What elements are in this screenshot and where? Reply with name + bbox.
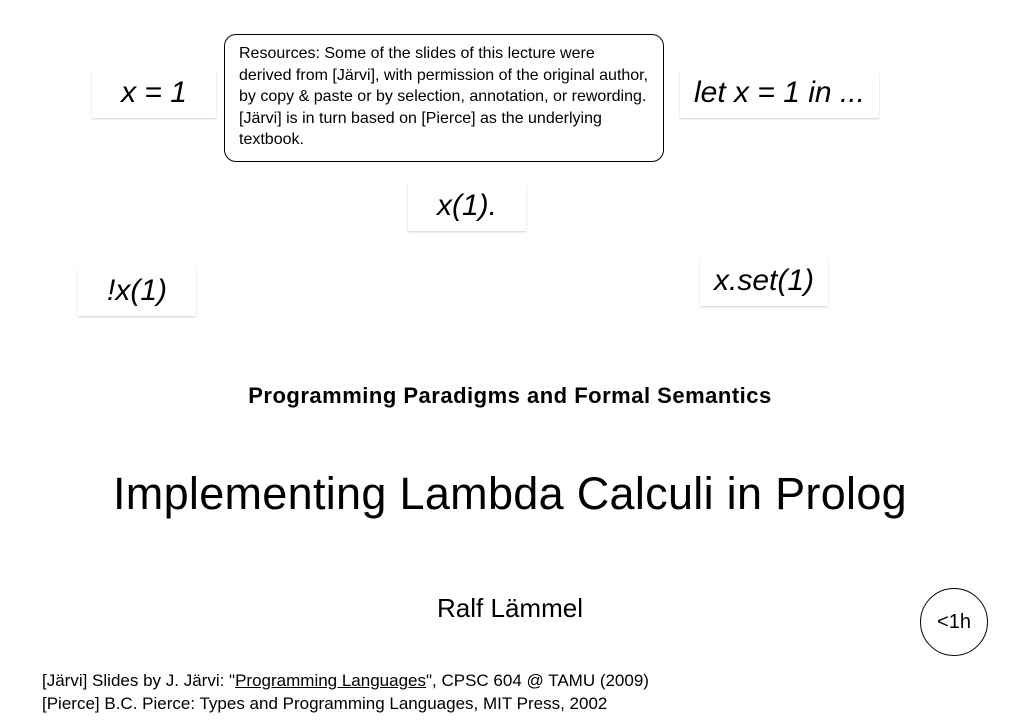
ref-jarvi-link: Programming Languages	[235, 671, 426, 690]
duration-badge: <1h	[920, 588, 988, 656]
author-name: Ralf Lämmel	[0, 593, 1020, 624]
slide-title: Implementing Lambda Calculi in Prolog	[0, 468, 1020, 520]
note-let-x: let x = 1 in ...	[680, 70, 879, 118]
slide: x = 1 Resources: Some of the slides of t…	[0, 0, 1020, 720]
resources-box: Resources: Some of the slides of this le…	[224, 34, 664, 162]
note-x-call: x(1).	[408, 183, 526, 231]
note-x-set: x.set(1)	[700, 258, 828, 306]
duration-text: <1h	[937, 611, 971, 634]
course-subtitle: Programming Paradigms and Formal Semanti…	[0, 383, 1020, 409]
ref-jarvi: [Järvi] Slides by J. Järvi: "Programming…	[42, 670, 649, 693]
references: [Järvi] Slides by J. Järvi: "Programming…	[42, 670, 649, 716]
note-bang-x: !x(1)	[78, 268, 196, 316]
ref-pierce: [Pierce] B.C. Pierce: Types and Programm…	[42, 693, 649, 716]
note-x-eq-1: x = 1	[92, 70, 216, 118]
